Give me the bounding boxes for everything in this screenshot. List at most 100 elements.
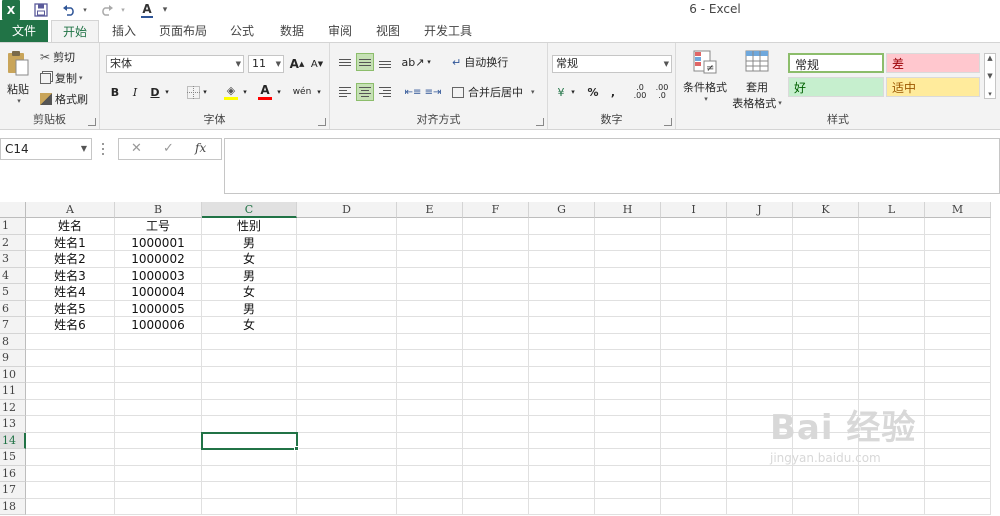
- cell-e16[interactable]: [397, 465, 463, 482]
- cell-g15[interactable]: [529, 449, 595, 466]
- cell-l16[interactable]: [859, 465, 925, 482]
- cell-e17[interactable]: [397, 482, 463, 499]
- cell-f7[interactable]: [463, 317, 529, 334]
- tab-page-layout[interactable]: 页面布局: [154, 20, 212, 42]
- cell-a8[interactable]: [26, 333, 115, 350]
- cell-l10[interactable]: [859, 366, 925, 383]
- cell-k4[interactable]: [793, 267, 859, 284]
- cell-b17[interactable]: [115, 482, 202, 499]
- cell-k9[interactable]: [793, 350, 859, 367]
- cell-e4[interactable]: [397, 267, 463, 284]
- cell-k12[interactable]: [793, 399, 859, 416]
- conditional-format-button[interactable]: ≠ 条件格式 ▾: [680, 49, 730, 103]
- cell-b12[interactable]: [115, 399, 202, 416]
- cell-g3[interactable]: [529, 251, 595, 268]
- cell-d12[interactable]: [297, 399, 397, 416]
- cell-f16[interactable]: [463, 465, 529, 482]
- cell-k13[interactable]: [793, 416, 859, 433]
- cell-m9[interactable]: [925, 350, 991, 367]
- decrease-indent-button[interactable]: ⇤≡: [404, 83, 422, 101]
- cell-a18[interactable]: [26, 498, 115, 515]
- name-box[interactable]: C14 ▼: [0, 138, 92, 160]
- cell-i5[interactable]: [661, 284, 727, 301]
- cell-k17[interactable]: [793, 482, 859, 499]
- row-header-14[interactable]: 14: [0, 432, 26, 449]
- cell-f5[interactable]: [463, 284, 529, 301]
- cell-k16[interactable]: [793, 465, 859, 482]
- cell-k14[interactable]: [793, 432, 859, 449]
- cell-i8[interactable]: [661, 333, 727, 350]
- cell-b7[interactable]: 1000006: [115, 317, 202, 334]
- row-header-6[interactable]: 6: [0, 300, 26, 317]
- formula-bar-grip-icon[interactable]: [102, 142, 105, 156]
- cell-d15[interactable]: [297, 449, 397, 466]
- styles-gallery-scroller[interactable]: ▲ ▼ ▾: [984, 53, 996, 99]
- cell-e10[interactable]: [397, 366, 463, 383]
- cell-f14[interactable]: [463, 432, 529, 449]
- align-bottom-button[interactable]: [376, 53, 394, 71]
- cell-c6[interactable]: 男: [202, 300, 297, 317]
- cell-j16[interactable]: [727, 465, 793, 482]
- cell-j8[interactable]: [727, 333, 793, 350]
- cell-d8[interactable]: [297, 333, 397, 350]
- cell-l15[interactable]: [859, 449, 925, 466]
- cell-i2[interactable]: [661, 234, 727, 251]
- cell-f10[interactable]: [463, 366, 529, 383]
- row-header-16[interactable]: 16: [0, 465, 26, 482]
- cell-a3[interactable]: 姓名2: [26, 251, 115, 268]
- cell-b9[interactable]: [115, 350, 202, 367]
- cell-c12[interactable]: [202, 399, 297, 416]
- tab-formulas[interactable]: 公式: [222, 20, 262, 42]
- cell-a9[interactable]: [26, 350, 115, 367]
- cell-k1[interactable]: [793, 218, 859, 235]
- cell-g13[interactable]: [529, 416, 595, 433]
- cell-c11[interactable]: [202, 383, 297, 400]
- cell-h10[interactable]: [595, 366, 661, 383]
- cell-k3[interactable]: [793, 251, 859, 268]
- cell-b1[interactable]: 工号: [115, 218, 202, 235]
- cell-a2[interactable]: 姓名1: [26, 234, 115, 251]
- cell-i18[interactable]: [661, 498, 727, 515]
- increase-indent-button[interactable]: ≡⇥: [424, 83, 442, 101]
- cell-l6[interactable]: [859, 300, 925, 317]
- cell-b11[interactable]: [115, 383, 202, 400]
- column-header-m[interactable]: M: [925, 202, 991, 218]
- align-center-button[interactable]: [356, 83, 374, 101]
- cell-i3[interactable]: [661, 251, 727, 268]
- cell-i14[interactable]: [661, 432, 727, 449]
- cell-i1[interactable]: [661, 218, 727, 235]
- column-header-b[interactable]: B: [115, 202, 202, 218]
- cell-l4[interactable]: [859, 267, 925, 284]
- comma-button[interactable]: ,: [604, 83, 622, 101]
- active-cell-selection[interactable]: [201, 431, 298, 450]
- cell-j11[interactable]: [727, 383, 793, 400]
- cell-j6[interactable]: [727, 300, 793, 317]
- font-name-select[interactable]: 宋体 ▼: [106, 55, 244, 73]
- cell-h11[interactable]: [595, 383, 661, 400]
- row-header-2[interactable]: 2: [0, 234, 26, 251]
- cell-j1[interactable]: [727, 218, 793, 235]
- cell-m7[interactable]: [925, 317, 991, 334]
- cell-l9[interactable]: [859, 350, 925, 367]
- cell-b2[interactable]: 1000001: [115, 234, 202, 251]
- column-header-k[interactable]: K: [793, 202, 859, 218]
- cell-d18[interactable]: [297, 498, 397, 515]
- cell-b16[interactable]: [115, 465, 202, 482]
- cell-l12[interactable]: [859, 399, 925, 416]
- cell-m15[interactable]: [925, 449, 991, 466]
- cell-k15[interactable]: [793, 449, 859, 466]
- increase-decimal-button[interactable]: .0.00: [630, 83, 650, 101]
- cell-a1[interactable]: 姓名: [26, 218, 115, 235]
- cell-h6[interactable]: [595, 300, 661, 317]
- column-header-i[interactable]: I: [661, 202, 727, 218]
- shrink-font-button[interactable]: A ▼: [308, 55, 326, 73]
- fill-color-button[interactable]: ◈: [222, 83, 240, 101]
- cell-k10[interactable]: [793, 366, 859, 383]
- cell-i10[interactable]: [661, 366, 727, 383]
- cell-j3[interactable]: [727, 251, 793, 268]
- tab-file[interactable]: 文件: [0, 20, 48, 42]
- cell-k2[interactable]: [793, 234, 859, 251]
- orientation-dropdown-icon[interactable]: ▾: [424, 53, 434, 71]
- align-right-button[interactable]: [376, 83, 394, 101]
- cell-e7[interactable]: [397, 317, 463, 334]
